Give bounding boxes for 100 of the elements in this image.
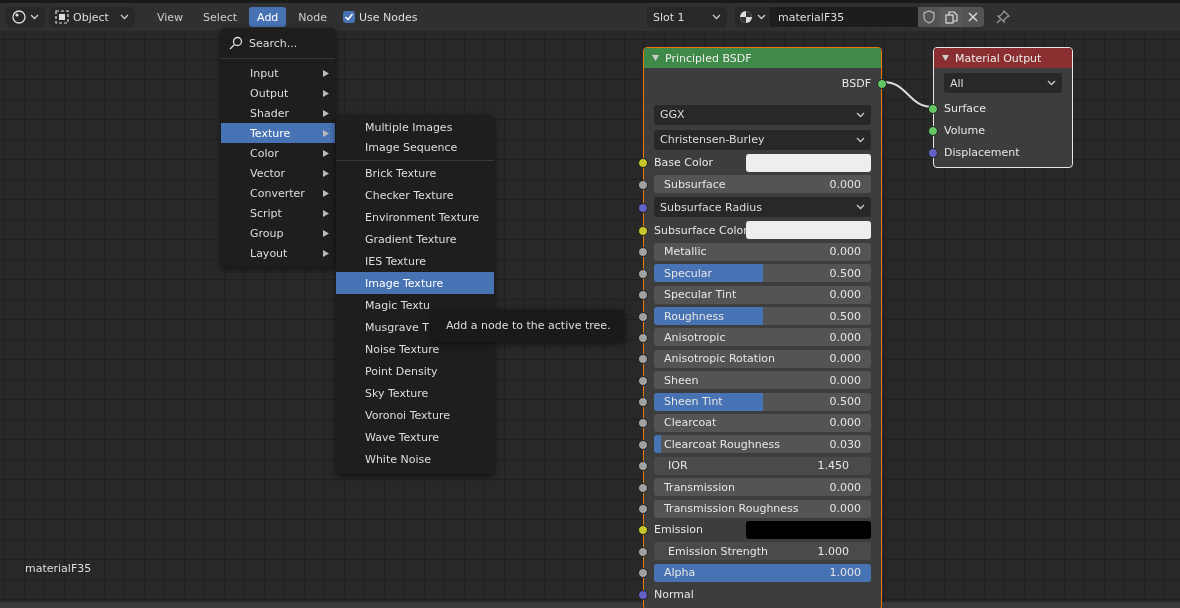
value-slider[interactable]: Transmission 0.000 (654, 478, 871, 497)
socket-dot[interactable] (638, 546, 648, 557)
value-slider[interactable]: Transmission Roughness 0.000 (654, 499, 871, 518)
socket-dot[interactable] (877, 78, 887, 89)
submenu-arrow-icon (323, 209, 329, 217)
input-label: Volume (944, 123, 985, 137)
value-slider[interactable]: Anisotropic 0.000 (654, 328, 871, 347)
menu-item[interactable]: View (149, 7, 192, 27)
menu-item[interactable]: White Noise (336, 448, 494, 470)
value-slider[interactable]: Roughness 0.500 (654, 307, 871, 326)
copy-icon[interactable] (940, 7, 962, 27)
socket-dot[interactable] (638, 332, 648, 343)
menu-item[interactable]: Image Sequence (336, 137, 494, 157)
value-slider[interactable]: Sheen Tint 0.500 (654, 392, 871, 411)
editor-type-button[interactable] (6, 7, 45, 27)
socket-dot[interactable] (928, 125, 938, 136)
socket-dot[interactable] (638, 461, 648, 472)
value-slider[interactable]: Subsurface 0.000 (654, 175, 871, 194)
pin-icon[interactable] (996, 10, 1010, 24)
socket-dot[interactable] (638, 202, 648, 213)
menu-item[interactable]: Node (290, 7, 336, 27)
submenu-arrow-icon (323, 69, 329, 77)
socket-dot[interactable] (638, 504, 648, 515)
socket-dot[interactable] (638, 589, 648, 600)
value-slider[interactable]: Metallic 0.000 (654, 242, 871, 261)
menu-item[interactable]: Sky Texture (336, 382, 494, 404)
socket-dot[interactable] (638, 397, 648, 408)
menu-item[interactable]: Texture (221, 123, 335, 143)
socket-dot[interactable] (638, 439, 648, 450)
value-slider[interactable]: Specular 0.500 (654, 264, 871, 283)
material-name-field[interactable]: materialF35 (770, 7, 918, 27)
socket-dot[interactable] (638, 290, 648, 301)
collapse-triangle-icon[interactable] (652, 55, 659, 61)
material-browse-button[interactable] (735, 7, 770, 27)
socket-dot[interactable] (638, 247, 648, 258)
node-header[interactable]: Principled BSDF (644, 48, 881, 68)
value-slider[interactable]: Clearcoat 0.000 (654, 414, 871, 432)
menu-item[interactable]: Multiple Images (336, 118, 494, 138)
menu-item[interactable]: Add (249, 7, 287, 27)
mode-dropdown[interactable]: Object (49, 7, 135, 27)
value-slider[interactable]: Anisotropic Rotation 0.000 (654, 349, 871, 368)
node-dropdown[interactable]: GGX (654, 104, 871, 125)
shader-node[interactable] (643, 47, 882, 608)
node-header[interactable]: Material Output (934, 48, 1072, 68)
menu-item[interactable]: Output (221, 83, 335, 103)
socket-dot[interactable] (638, 158, 648, 169)
socket-dot[interactable] (638, 225, 648, 236)
node-dropdown[interactable]: All (944, 73, 1062, 93)
socket-dot[interactable] (638, 482, 648, 493)
use-nodes-checkbox[interactable]: Use Nodes (343, 10, 418, 24)
color-swatch[interactable] (746, 153, 871, 172)
sphere-icon (12, 10, 26, 24)
menu-item[interactable]: Checker Texture (336, 184, 494, 206)
menu-item[interactable]: Input (221, 63, 335, 83)
color-swatch[interactable] (746, 520, 871, 539)
value-slider[interactable]: Sheen 0.000 (654, 371, 871, 390)
menu-item[interactable]: Layout (221, 243, 335, 263)
socket-dot[interactable] (638, 418, 648, 429)
value-slider[interactable]: Alpha 1.000 (654, 563, 871, 582)
socket-dot[interactable] (638, 354, 648, 365)
socket-dot[interactable] (928, 147, 938, 158)
menu-item[interactable]: Color (221, 143, 335, 163)
shader-node[interactable]: Material Output All Surface Volume Displacement (933, 47, 1073, 168)
shield-icon[interactable] (918, 7, 940, 27)
node-dropdown[interactable]: Subsurface Radius (654, 197, 871, 218)
menu-item[interactable]: Environment Texture (336, 206, 494, 228)
menu-item[interactable]: Script (221, 203, 335, 223)
color-swatch[interactable] (746, 221, 871, 240)
submenu-arrow-icon (323, 169, 329, 177)
socket-dot[interactable] (638, 525, 648, 536)
value-slider[interactable]: Specular Tint 0.000 (654, 285, 871, 304)
socket-dot[interactable] (638, 568, 648, 579)
menu-item[interactable]: Point Density (336, 360, 494, 382)
search-item[interactable]: Search... (221, 32, 335, 54)
number-field[interactable]: Emission Strength 1.000 (654, 542, 871, 561)
object-icon (55, 10, 69, 24)
socket-dot[interactable] (638, 375, 648, 386)
menu-item[interactable]: Shader (221, 103, 335, 123)
menu-item[interactable]: Wave Texture (336, 426, 494, 448)
collapse-triangle-icon[interactable] (942, 55, 949, 61)
menu-item[interactable]: Vector (221, 163, 335, 183)
menu-item[interactable]: Converter (221, 183, 335, 203)
submenu-arrow-icon (323, 109, 329, 117)
node-dropdown[interactable]: Christensen-Burley (654, 129, 871, 150)
menu-item[interactable]: Brick Texture (336, 162, 494, 184)
menu-item[interactable]: Group (221, 223, 335, 243)
socket-dot[interactable] (638, 311, 648, 322)
menu-item[interactable]: Gradient Texture (336, 228, 494, 250)
menu-item[interactable]: Image Texture (336, 272, 494, 294)
input-label: Normal (654, 587, 694, 601)
number-field[interactable]: IOR 1.450 (654, 456, 871, 475)
value-slider[interactable]: Clearcoat Roughness 0.030 (654, 435, 871, 454)
menu-item[interactable]: Voronoi Texture (336, 404, 494, 426)
socket-dot[interactable] (928, 103, 938, 114)
menu-item[interactable]: Select (195, 7, 246, 27)
close-icon[interactable] (962, 7, 984, 27)
socket-dot[interactable] (638, 179, 648, 190)
socket-dot[interactable] (638, 268, 648, 279)
menu-item[interactable]: IES Texture (336, 250, 494, 272)
slot-dropdown[interactable]: Slot 1 (647, 7, 727, 27)
